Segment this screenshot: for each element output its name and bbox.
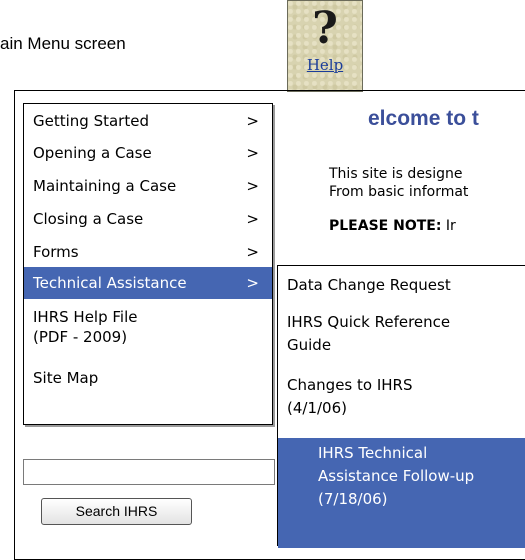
- submenu-item-label: Data Change Request: [287, 276, 451, 294]
- search-input[interactable]: [23, 459, 275, 485]
- menu-item-closing-a-case[interactable]: Closing a Case >: [24, 210, 272, 228]
- menu-item-getting-started[interactable]: Getting Started >: [24, 112, 272, 130]
- technical-assistance-submenu: Data Change Request IHRS Quick Reference…: [277, 265, 525, 548]
- intro-line-1: This site is designe: [329, 166, 463, 182]
- menu-item-maintaining-a-case[interactable]: Maintaining a Case >: [24, 177, 272, 195]
- help-button[interactable]: ? Help: [287, 0, 363, 92]
- note-label: PLEASE NOTE:: [329, 218, 442, 234]
- menu-item-site-map[interactable]: Site Map: [24, 369, 272, 387]
- submenu-item-label-line-2: Guide: [287, 336, 332, 354]
- menu-item-label-line-2: (PDF - 2009): [33, 328, 128, 346]
- menu-item-label-line-1: IHRS Help File: [33, 308, 138, 326]
- note-text: Ir: [441, 218, 456, 234]
- submenu-item-label-line-1: Changes to IHRS: [287, 376, 413, 394]
- submenu-arrow-icon: >: [246, 112, 259, 130]
- submenu-item-technical-assistance-follow-up[interactable]: IHRS Technical Assistance Follow-up (7/1…: [278, 438, 525, 548]
- submenu-arrow-icon: >: [246, 144, 259, 162]
- submenu-item-label-line-1: IHRS Quick Reference: [287, 313, 451, 331]
- main-menu: Getting Started > Opening a Case > Maint…: [23, 103, 273, 425]
- submenu-item-label-line-2: Assistance Follow-up: [318, 467, 475, 485]
- question-mark-icon: ?: [312, 3, 338, 54]
- welcome-heading: elcome to t: [368, 107, 479, 130]
- submenu-arrow-icon: >: [246, 210, 259, 228]
- submenu-item-label-line-1: IHRS Technical: [318, 444, 428, 462]
- menu-item-label: Opening a Case: [33, 144, 152, 162]
- submenu-item-data-change-request[interactable]: Data Change Request: [278, 274, 525, 297]
- menu-item-label: Site Map: [33, 369, 99, 387]
- submenu-item-label-line-3: (7/18/06): [318, 490, 388, 508]
- menu-item-forms[interactable]: Forms >: [24, 243, 272, 261]
- menu-item-label: Technical Assistance: [33, 274, 187, 292]
- submenu-item-label-line-2: (4/1/06): [287, 399, 347, 417]
- menu-item-label: Closing a Case: [33, 210, 144, 228]
- submenu-arrow-icon: >: [246, 177, 259, 195]
- help-link[interactable]: Help: [288, 56, 362, 74]
- menu-item-label: Maintaining a Case: [33, 177, 177, 195]
- menu-item-opening-a-case[interactable]: Opening a Case >: [24, 144, 272, 162]
- intro-line-2: From basic informat: [329, 184, 469, 200]
- submenu-item-changes-to-ihrs[interactable]: Changes to IHRS (4/1/06): [278, 374, 525, 420]
- submenu-item-quick-reference-guide[interactable]: IHRS Quick Reference Guide: [278, 311, 525, 357]
- search-button[interactable]: Search IHRS: [41, 498, 192, 525]
- page-caption: ain Menu screen: [0, 34, 126, 53]
- submenu-arrow-icon: >: [246, 243, 259, 261]
- submenu-arrow-icon: >: [246, 274, 259, 292]
- menu-item-technical-assistance[interactable]: Technical Assistance >: [24, 267, 272, 299]
- note-line: PLEASE NOTE: Ir: [329, 218, 456, 234]
- menu-item-label: Getting Started: [33, 112, 149, 130]
- menu-item-ihrs-help-file[interactable]: IHRS Help File (PDF - 2009): [24, 307, 272, 347]
- menu-item-label: Forms: [33, 243, 79, 261]
